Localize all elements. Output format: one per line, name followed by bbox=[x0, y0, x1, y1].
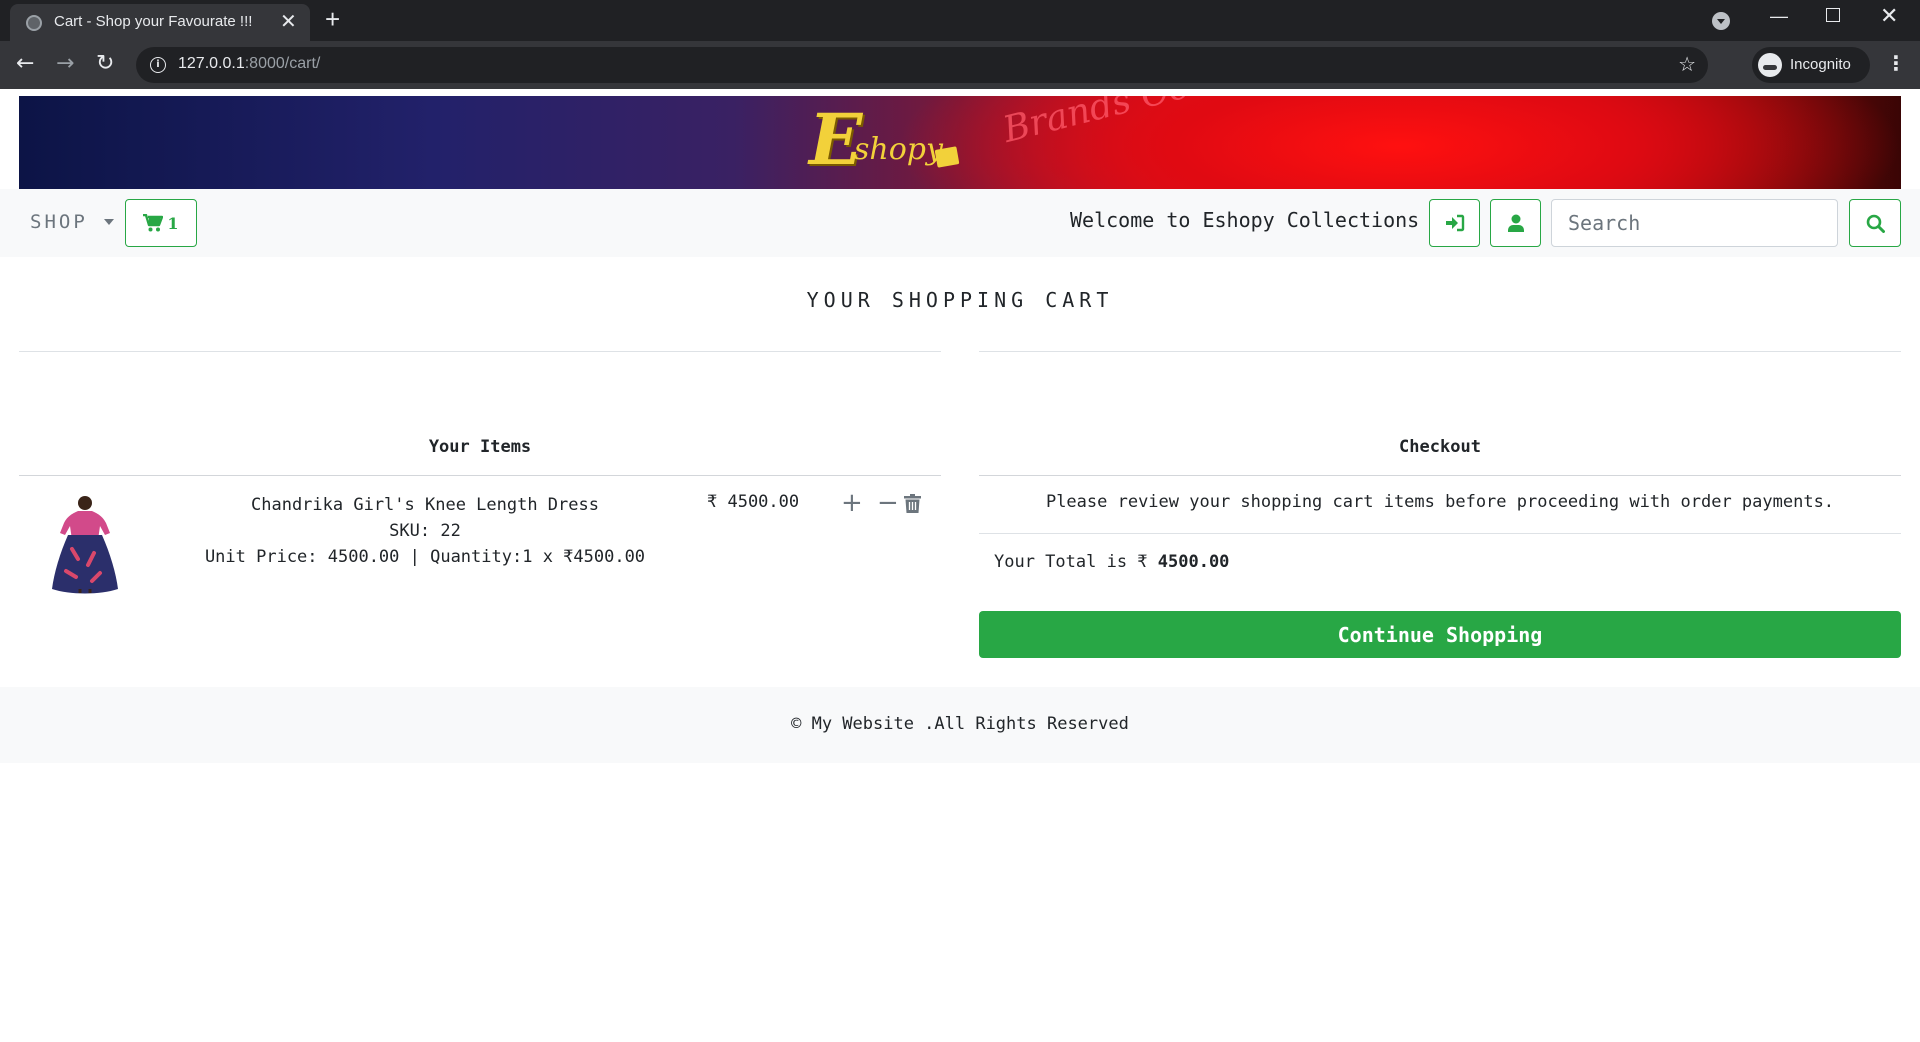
user-account-button[interactable] bbox=[1490, 199, 1541, 247]
site-footer: © My Website .All Rights Reserved bbox=[0, 687, 1920, 763]
site-banner: E shopy Brands Collections bbox=[19, 96, 1901, 189]
login-button[interactable] bbox=[1429, 199, 1480, 247]
minimize-icon[interactable]: — bbox=[1770, 6, 1788, 27]
incognito-profile-button[interactable]: Incognito bbox=[1752, 47, 1870, 83]
search-icon bbox=[1866, 214, 1885, 233]
banner-tagline: Brands Collections bbox=[999, 96, 1343, 151]
tab-search-icon[interactable] bbox=[1712, 12, 1730, 30]
product-image[interactable] bbox=[38, 491, 132, 595]
divider bbox=[979, 475, 1901, 476]
caret-down-icon[interactable] bbox=[104, 219, 114, 225]
footer-copyright: © My Website .All Rights Reserved bbox=[791, 714, 1129, 734]
window-close-icon[interactable]: ✕ bbox=[1880, 3, 1898, 29]
trash-icon[interactable] bbox=[904, 494, 921, 513]
close-tab-icon[interactable]: ✕ bbox=[280, 9, 297, 34]
globe-icon bbox=[26, 15, 42, 31]
user-icon bbox=[1507, 214, 1524, 232]
browser-toolbar: ← → ↻ i 127.0.0.1:8000/cart/ ☆ Incognito… bbox=[0, 41, 1920, 89]
sign-in-icon bbox=[1445, 214, 1464, 232]
incognito-icon bbox=[1758, 53, 1782, 77]
order-total: Your Total is ₹ 4500.00 bbox=[994, 552, 1229, 572]
page-title: YOUR SHOPPING CART bbox=[806, 288, 1114, 312]
restore-icon[interactable] bbox=[1826, 8, 1840, 22]
shopping-cart-icon bbox=[143, 214, 164, 232]
bookmark-star-icon[interactable]: ☆ bbox=[1678, 52, 1696, 76]
product-sku: SKU: 22 bbox=[389, 521, 461, 541]
checkout-note: Please review your shopping cart items b… bbox=[1045, 492, 1835, 512]
reload-icon[interactable]: ↻ bbox=[96, 51, 114, 76]
total-label: Your Total is ₹ bbox=[994, 552, 1158, 572]
profile-label: Incognito bbox=[1790, 56, 1851, 73]
new-tab-icon[interactable]: + bbox=[325, 4, 340, 35]
continue-shopping-button[interactable]: Continue Shopping bbox=[979, 611, 1901, 658]
divider bbox=[19, 475, 941, 476]
browser-menu-icon[interactable]: ⋮ bbox=[1886, 51, 1906, 75]
product-unit-line: Unit Price: 4500.00 | Quantity:1 x ₹4500… bbox=[204, 547, 646, 567]
browser-tab[interactable]: Cart - Shop your Favourate !!! ✕ bbox=[10, 4, 310, 41]
site-info-icon[interactable]: i bbox=[150, 57, 166, 73]
increase-quantity-icon[interactable]: + bbox=[841, 490, 863, 516]
search-button[interactable] bbox=[1849, 199, 1901, 247]
divider bbox=[979, 533, 1901, 534]
address-bar[interactable]: i 127.0.0.1:8000/cart/ ☆ bbox=[136, 47, 1708, 83]
product-details: Chandrika Girl's Knee Length Dress SKU: … bbox=[160, 492, 690, 570]
logo-text: shopy bbox=[854, 132, 943, 167]
decrease-quantity-icon[interactable]: − bbox=[877, 490, 899, 516]
site-navbar: SHOP 1 Welcome to Eshopy Collections bbox=[0, 189, 1920, 257]
product-name: Chandrika Girl's Knee Length Dress bbox=[251, 495, 599, 515]
divider bbox=[979, 351, 1901, 352]
cart-count-badge: 1 bbox=[167, 213, 179, 233]
shop-dropdown-toggle[interactable]: SHOP bbox=[30, 211, 88, 233]
forward-arrow-icon[interactable]: → bbox=[56, 51, 74, 76]
shopping-bag-icon bbox=[934, 146, 960, 168]
items-heading: Your Items bbox=[428, 437, 532, 457]
welcome-message: Welcome to Eshopy Collections bbox=[1070, 208, 1420, 232]
cart-button[interactable]: 1 bbox=[125, 199, 197, 247]
browser-tab-strip: Cart - Shop your Favourate !!! ✕ + — ✕ bbox=[0, 0, 1920, 41]
tab-title: Cart - Shop your Favourate !!! bbox=[54, 13, 253, 30]
total-value: 4500.00 bbox=[1157, 552, 1230, 572]
checkout-heading: Checkout bbox=[1399, 437, 1481, 457]
url-text[interactable]: 127.0.0.1:8000/cart/ bbox=[178, 55, 320, 73]
back-arrow-icon[interactable]: ← bbox=[16, 51, 34, 76]
product-price: ₹ 4500.00 bbox=[707, 492, 800, 512]
divider bbox=[19, 351, 941, 352]
search-input[interactable] bbox=[1551, 199, 1838, 247]
